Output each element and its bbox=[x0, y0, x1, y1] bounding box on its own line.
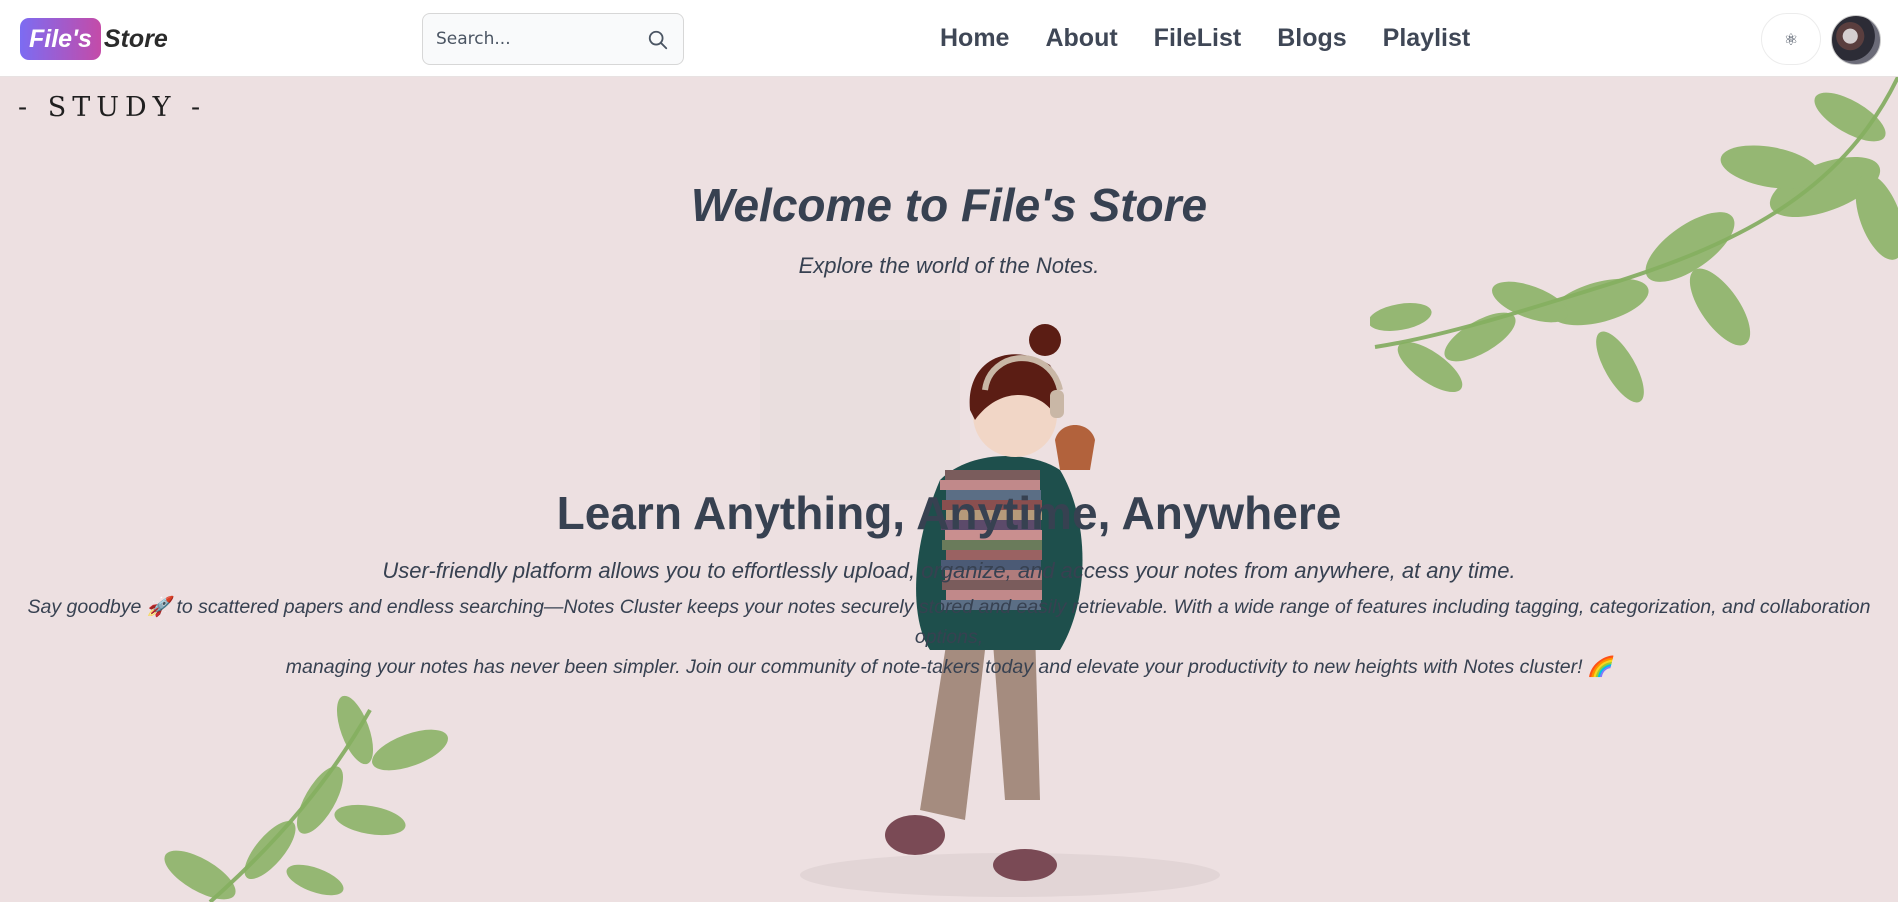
atom-icon: ⚛ bbox=[1783, 29, 1799, 49]
navbar: File's Store Home About FileList Blogs P… bbox=[0, 0, 1898, 77]
section-tagline: User-friendly platform allows you to eff… bbox=[382, 558, 1516, 583]
logo-badge: File's bbox=[20, 18, 101, 60]
description-line: Say goodbye 🚀 to scattered papers and en… bbox=[27, 596, 1871, 648]
nav-playlist[interactable]: Playlist bbox=[1383, 24, 1471, 53]
site-logo[interactable]: File's Store bbox=[20, 18, 168, 60]
search-input[interactable] bbox=[423, 14, 633, 64]
nav-home[interactable]: Home bbox=[940, 24, 1009, 53]
section-heading: Learn Anything, Anytime, Anywhere bbox=[556, 487, 1342, 539]
search-button[interactable] bbox=[643, 25, 673, 55]
section-description: Say goodbye 🚀 to scattered papers and en… bbox=[0, 592, 1898, 682]
logo-text: Store bbox=[103, 24, 168, 53]
leaf-branch-bottom-left-icon bbox=[164, 695, 448, 902]
search-icon bbox=[648, 30, 668, 50]
page-subtitle: Explore the world of the Notes. bbox=[798, 253, 1100, 278]
nav-blogs[interactable]: Blogs bbox=[1277, 24, 1346, 53]
description-line: managing your notes has never been simpl… bbox=[285, 656, 1613, 678]
page-title: Welcome to File's Store bbox=[690, 179, 1208, 231]
theme-toggle-button[interactable]: ⚛ bbox=[1761, 13, 1821, 65]
nav-filelist[interactable]: FileList bbox=[1154, 24, 1242, 53]
nav-about[interactable]: About bbox=[1045, 24, 1117, 53]
user-avatar[interactable] bbox=[1831, 15, 1881, 65]
study-label: - STUDY - bbox=[18, 92, 207, 123]
search-box bbox=[422, 13, 684, 65]
main-nav: Home About FileList Blogs Playlist bbox=[940, 0, 1470, 77]
